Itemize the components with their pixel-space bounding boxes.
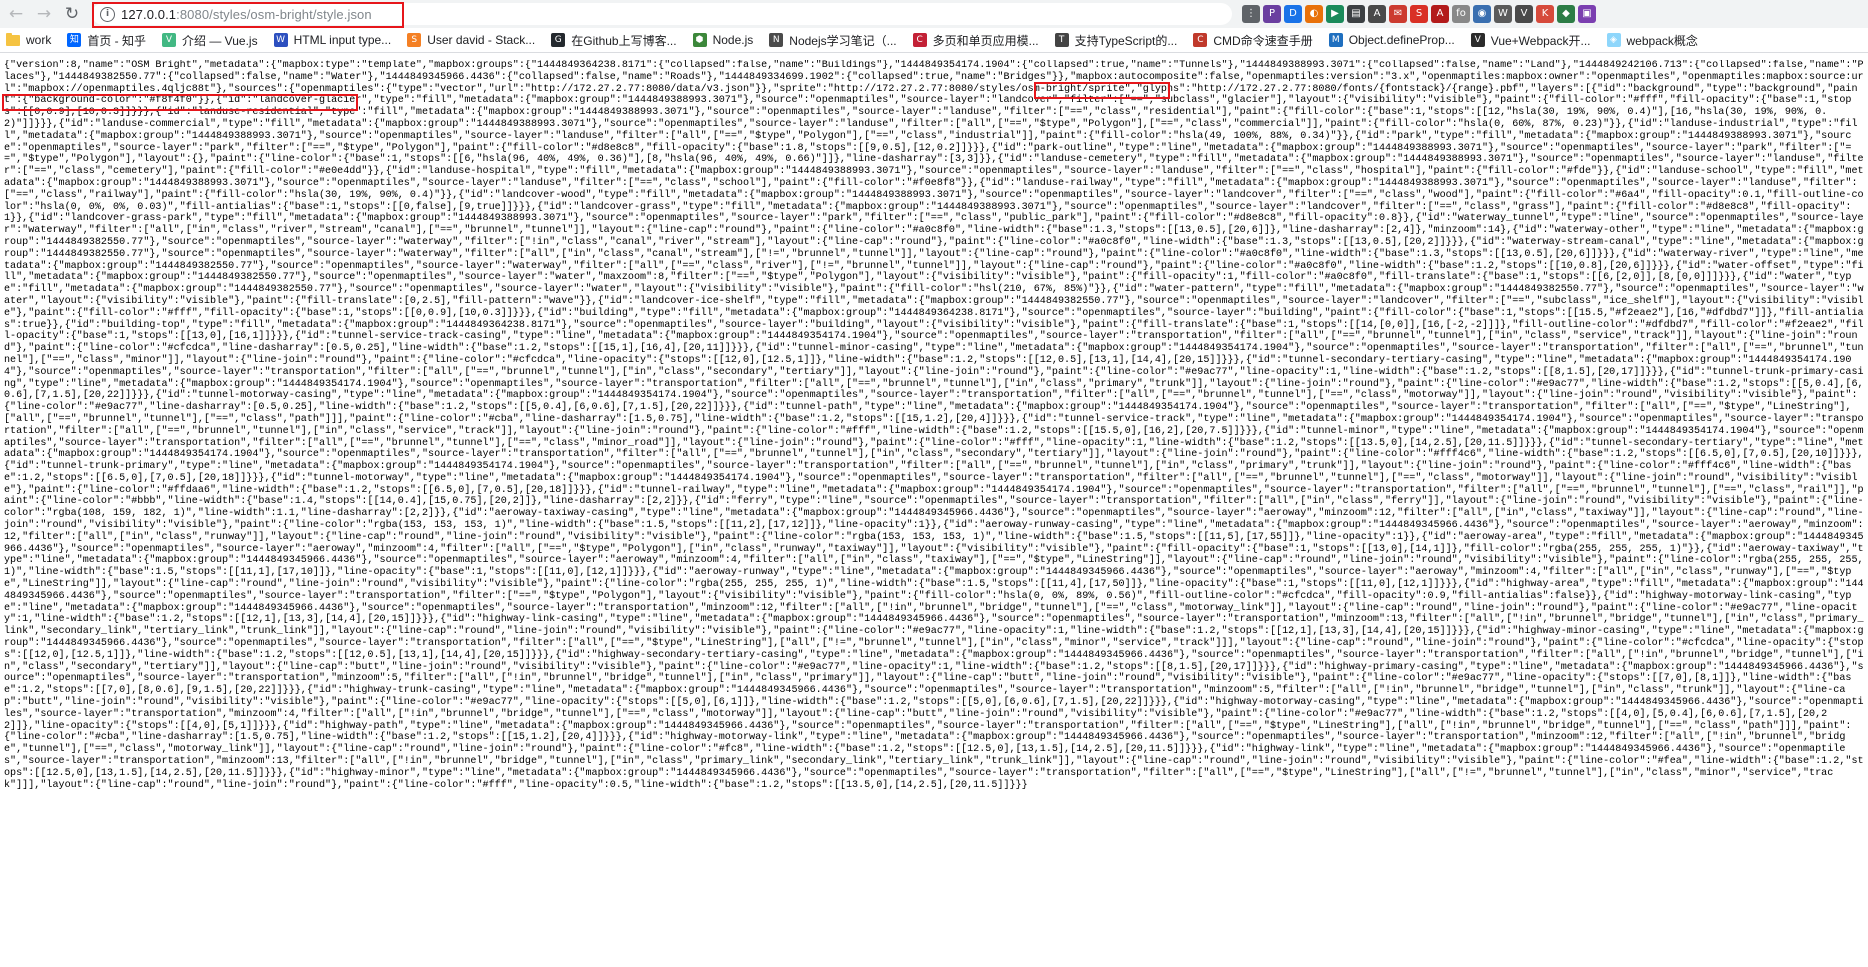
bookmark-item[interactable]: work: [0, 28, 61, 52]
extension-17-icon[interactable]: ▣: [1578, 5, 1596, 23]
url-host: 127.0.0.1: [121, 6, 177, 22]
bookmark-label: 首页 - 知乎: [87, 33, 147, 48]
address-bar[interactable]: i 127.0.0.1:8080/styles/osm-bright/style…: [92, 3, 1232, 25]
bookmark-label: webpack概念: [1626, 33, 1698, 48]
extension-5-icon[interactable]: ▶: [1326, 5, 1344, 23]
zhihu-icon: 知: [67, 33, 82, 47]
github-icon: G: [551, 33, 566, 47]
bookmark-item[interactable]: C 多页和单页应用模...: [907, 28, 1049, 52]
bookmark-label: 在Github上写博客...: [571, 33, 677, 48]
vue-icon: V: [162, 33, 177, 47]
extension-6-icon[interactable]: ▤: [1347, 5, 1365, 23]
bookmark-item[interactable]: W HTML input type...: [268, 28, 402, 52]
url-text[interactable]: 127.0.0.1:8080/styles/osm-bright/style.j…: [121, 7, 372, 22]
bookmark-label: Object.defineProp...: [1348, 33, 1455, 47]
extension-13-icon[interactable]: W: [1494, 5, 1512, 23]
bookmark-item[interactable]: G 在Github上写博客...: [545, 28, 686, 52]
extension-9-icon[interactable]: S: [1410, 5, 1428, 23]
bookmark-label: 介绍 — Vue.js: [182, 33, 258, 48]
vue-webpack-icon: V: [1470, 33, 1485, 47]
bookmark-item[interactable]: C CMD命令速查手册: [1187, 28, 1322, 52]
bookmark-label: Nodejs学习笔记（...: [789, 33, 897, 48]
stackoverflow-icon: S: [407, 33, 422, 47]
bookmark-item[interactable]: S User david - Stack...: [401, 28, 545, 52]
bookmark-label: 支持TypeScript的...: [1074, 33, 1178, 48]
browser-toolbar: ← → ↻ i 127.0.0.1:8080/styles/osm-bright…: [0, 0, 1868, 28]
forward-arrow-icon[interactable]: →: [32, 2, 56, 26]
extensions-area: ⋮ P D ◐ ▶ ▤ A ✉ S Afo ◉ W V K ◆ ▣: [1242, 4, 1596, 24]
extension-3-icon[interactable]: D: [1284, 5, 1302, 23]
extension-1-icon[interactable]: ⋮: [1242, 5, 1260, 23]
csdn-icon: C: [912, 33, 927, 47]
bookmark-label: work: [26, 33, 52, 47]
info-icon[interactable]: i: [100, 6, 115, 22]
bookmark-item[interactable]: M Object.defineProp...: [1323, 28, 1465, 52]
extension-8-icon[interactable]: ✉: [1389, 5, 1407, 23]
bookmark-label: CMD命令速查手册: [1213, 33, 1313, 48]
extension-15-icon[interactable]: K: [1536, 5, 1554, 23]
nodejs-icon: ⬢: [692, 33, 707, 47]
cnblogs-icon: N: [769, 33, 784, 47]
cmd-icon: C: [1193, 33, 1208, 47]
bookmark-label: User david - Stack...: [427, 33, 536, 47]
extension-16-icon[interactable]: ◆: [1557, 5, 1575, 23]
bookmark-label: Vue+Webpack开...: [1490, 33, 1591, 48]
bookmark-item[interactable]: ⬢ Node.js: [687, 28, 764, 52]
extension-14-icon[interactable]: V: [1515, 5, 1533, 23]
typescript-icon: T: [1054, 33, 1069, 47]
extension-12-icon[interactable]: ◉: [1473, 5, 1491, 23]
bookmark-item[interactable]: 知首页 - 知乎: [61, 28, 156, 52]
extension-7-icon[interactable]: A: [1368, 5, 1386, 23]
extension-11-icon[interactable]: fo: [1452, 5, 1470, 23]
extension-10-icon[interactable]: A: [1431, 5, 1449, 23]
extension-2-icon[interactable]: P: [1263, 5, 1281, 23]
webpack-icon: ◈: [1606, 33, 1621, 47]
bookmark-label: HTML input type...: [293, 33, 392, 47]
bookmark-item[interactable]: V 介绍 — Vue.js: [156, 28, 268, 52]
url-path: :8080/styles/osm-bright/style.json: [176, 6, 372, 22]
bookmark-label: Node.js: [712, 33, 754, 47]
bookmarks-bar: work 知首页 - 知乎 V 介绍 — Vue.js W HTML input type…: [0, 28, 1868, 53]
bookmark-item[interactable]: ◈ webpack概念: [1601, 28, 1708, 52]
bookmark-item[interactable]: N Nodejs学习笔记（...: [763, 28, 906, 52]
reload-icon[interactable]: ↻: [60, 2, 84, 26]
json-content: {"version":8,"name":"OSM Bright","metada…: [4, 60, 1864, 791]
bookmark-item[interactable]: T 支持TypeScript的...: [1049, 28, 1188, 52]
extension-4-icon[interactable]: ◐: [1305, 5, 1323, 23]
back-arrow-icon[interactable]: ←: [4, 2, 28, 26]
folder-icon: [6, 32, 20, 46]
bookmark-label: 多页和单页应用模...: [932, 33, 1039, 48]
mdn-icon: M: [1328, 33, 1343, 47]
bookmark-item[interactable]: V Vue+Webpack开...: [1465, 28, 1601, 52]
w3-icon: W: [273, 33, 288, 47]
